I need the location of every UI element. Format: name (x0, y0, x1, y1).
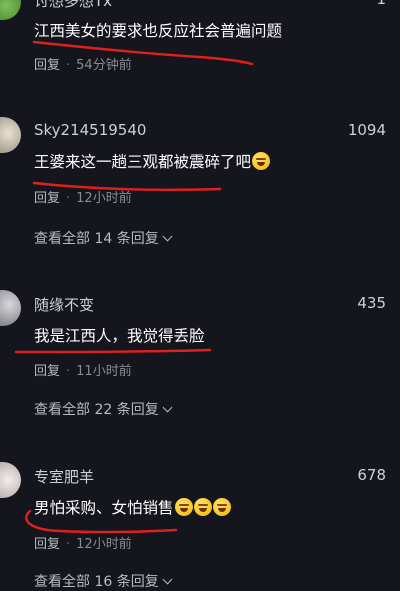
reply-button[interactable]: 回复 (34, 58, 60, 73)
comment-time: 11小时前 (76, 364, 132, 379)
view-all-replies-label: 查看全部 22 条回复 (34, 402, 159, 418)
username[interactable]: 讨想多想Tx (34, 0, 112, 11)
reply-button[interactable]: 回复 (34, 364, 60, 379)
laughing-emoji-icon (252, 152, 271, 170)
comment-meta: 回复 · 11小时前 (34, 360, 132, 379)
comment-meta: 回复 · 12小时前 (34, 187, 132, 206)
like-count[interactable]: 435 (357, 294, 386, 312)
comment-time: 12小时前 (76, 537, 132, 552)
comment-meta: 回复 · 54分钟前 (34, 54, 132, 73)
comment-time: 54分钟前 (76, 58, 132, 73)
reply-button[interactable]: 回复 (34, 191, 60, 206)
username[interactable]: Sky214519540 (34, 121, 146, 139)
comment-text: 男怕采购、女怕销售 (34, 496, 231, 518)
username[interactable]: 随缘不变 (34, 294, 94, 315)
comment-text: 王婆来这一趟三观都被震碎了吧 (34, 150, 271, 172)
comment-text: 江西美女的要求也反应社会普遍问题 (34, 22, 283, 40)
chevron-down-icon (162, 574, 173, 585)
chevron-down-icon (162, 231, 173, 242)
laughing-emoji-icon (193, 498, 212, 516)
comment-text-content: 男怕采购、女怕销售 (34, 499, 174, 517)
like-count[interactable]: 1094 (348, 121, 386, 139)
laughing-emoji-icon (174, 498, 193, 516)
avatar[interactable] (0, 290, 21, 326)
red-underline (14, 348, 212, 354)
laughing-emoji-icon (212, 498, 231, 516)
separator-dot: · (66, 537, 71, 552)
username[interactable]: 专室肥羊 (34, 466, 94, 487)
view-all-replies-link[interactable]: 查看全部 16 条回复 (34, 571, 173, 591)
comment-text: 我是江西人，我觉得丢脸 (34, 327, 205, 345)
comment-text-content: 王婆来这一趟三观都被震碎了吧 (34, 153, 252, 171)
view-all-replies-link[interactable]: 查看全部 14 条回复 (34, 228, 173, 248)
comment-time: 12小时前 (76, 191, 132, 206)
like-count[interactable]: 678 (357, 466, 386, 484)
view-all-replies-label: 查看全部 16 条回复 (34, 574, 159, 590)
chevron-down-icon (162, 402, 173, 413)
reply-button[interactable]: 回复 (34, 537, 60, 552)
comment-meta: 回复 · 12小时前 (34, 533, 132, 552)
avatar[interactable] (0, 117, 21, 153)
avatar[interactable] (0, 462, 21, 498)
separator-dot: · (66, 191, 71, 206)
avatar[interactable] (0, 0, 21, 20)
separator-dot: · (66, 364, 71, 379)
separator-dot: · (66, 58, 71, 73)
view-all-replies-label: 查看全部 14 条回复 (34, 231, 159, 247)
view-all-replies-link[interactable]: 查看全部 22 条回复 (34, 399, 173, 419)
like-count[interactable]: 1 (376, 0, 386, 8)
